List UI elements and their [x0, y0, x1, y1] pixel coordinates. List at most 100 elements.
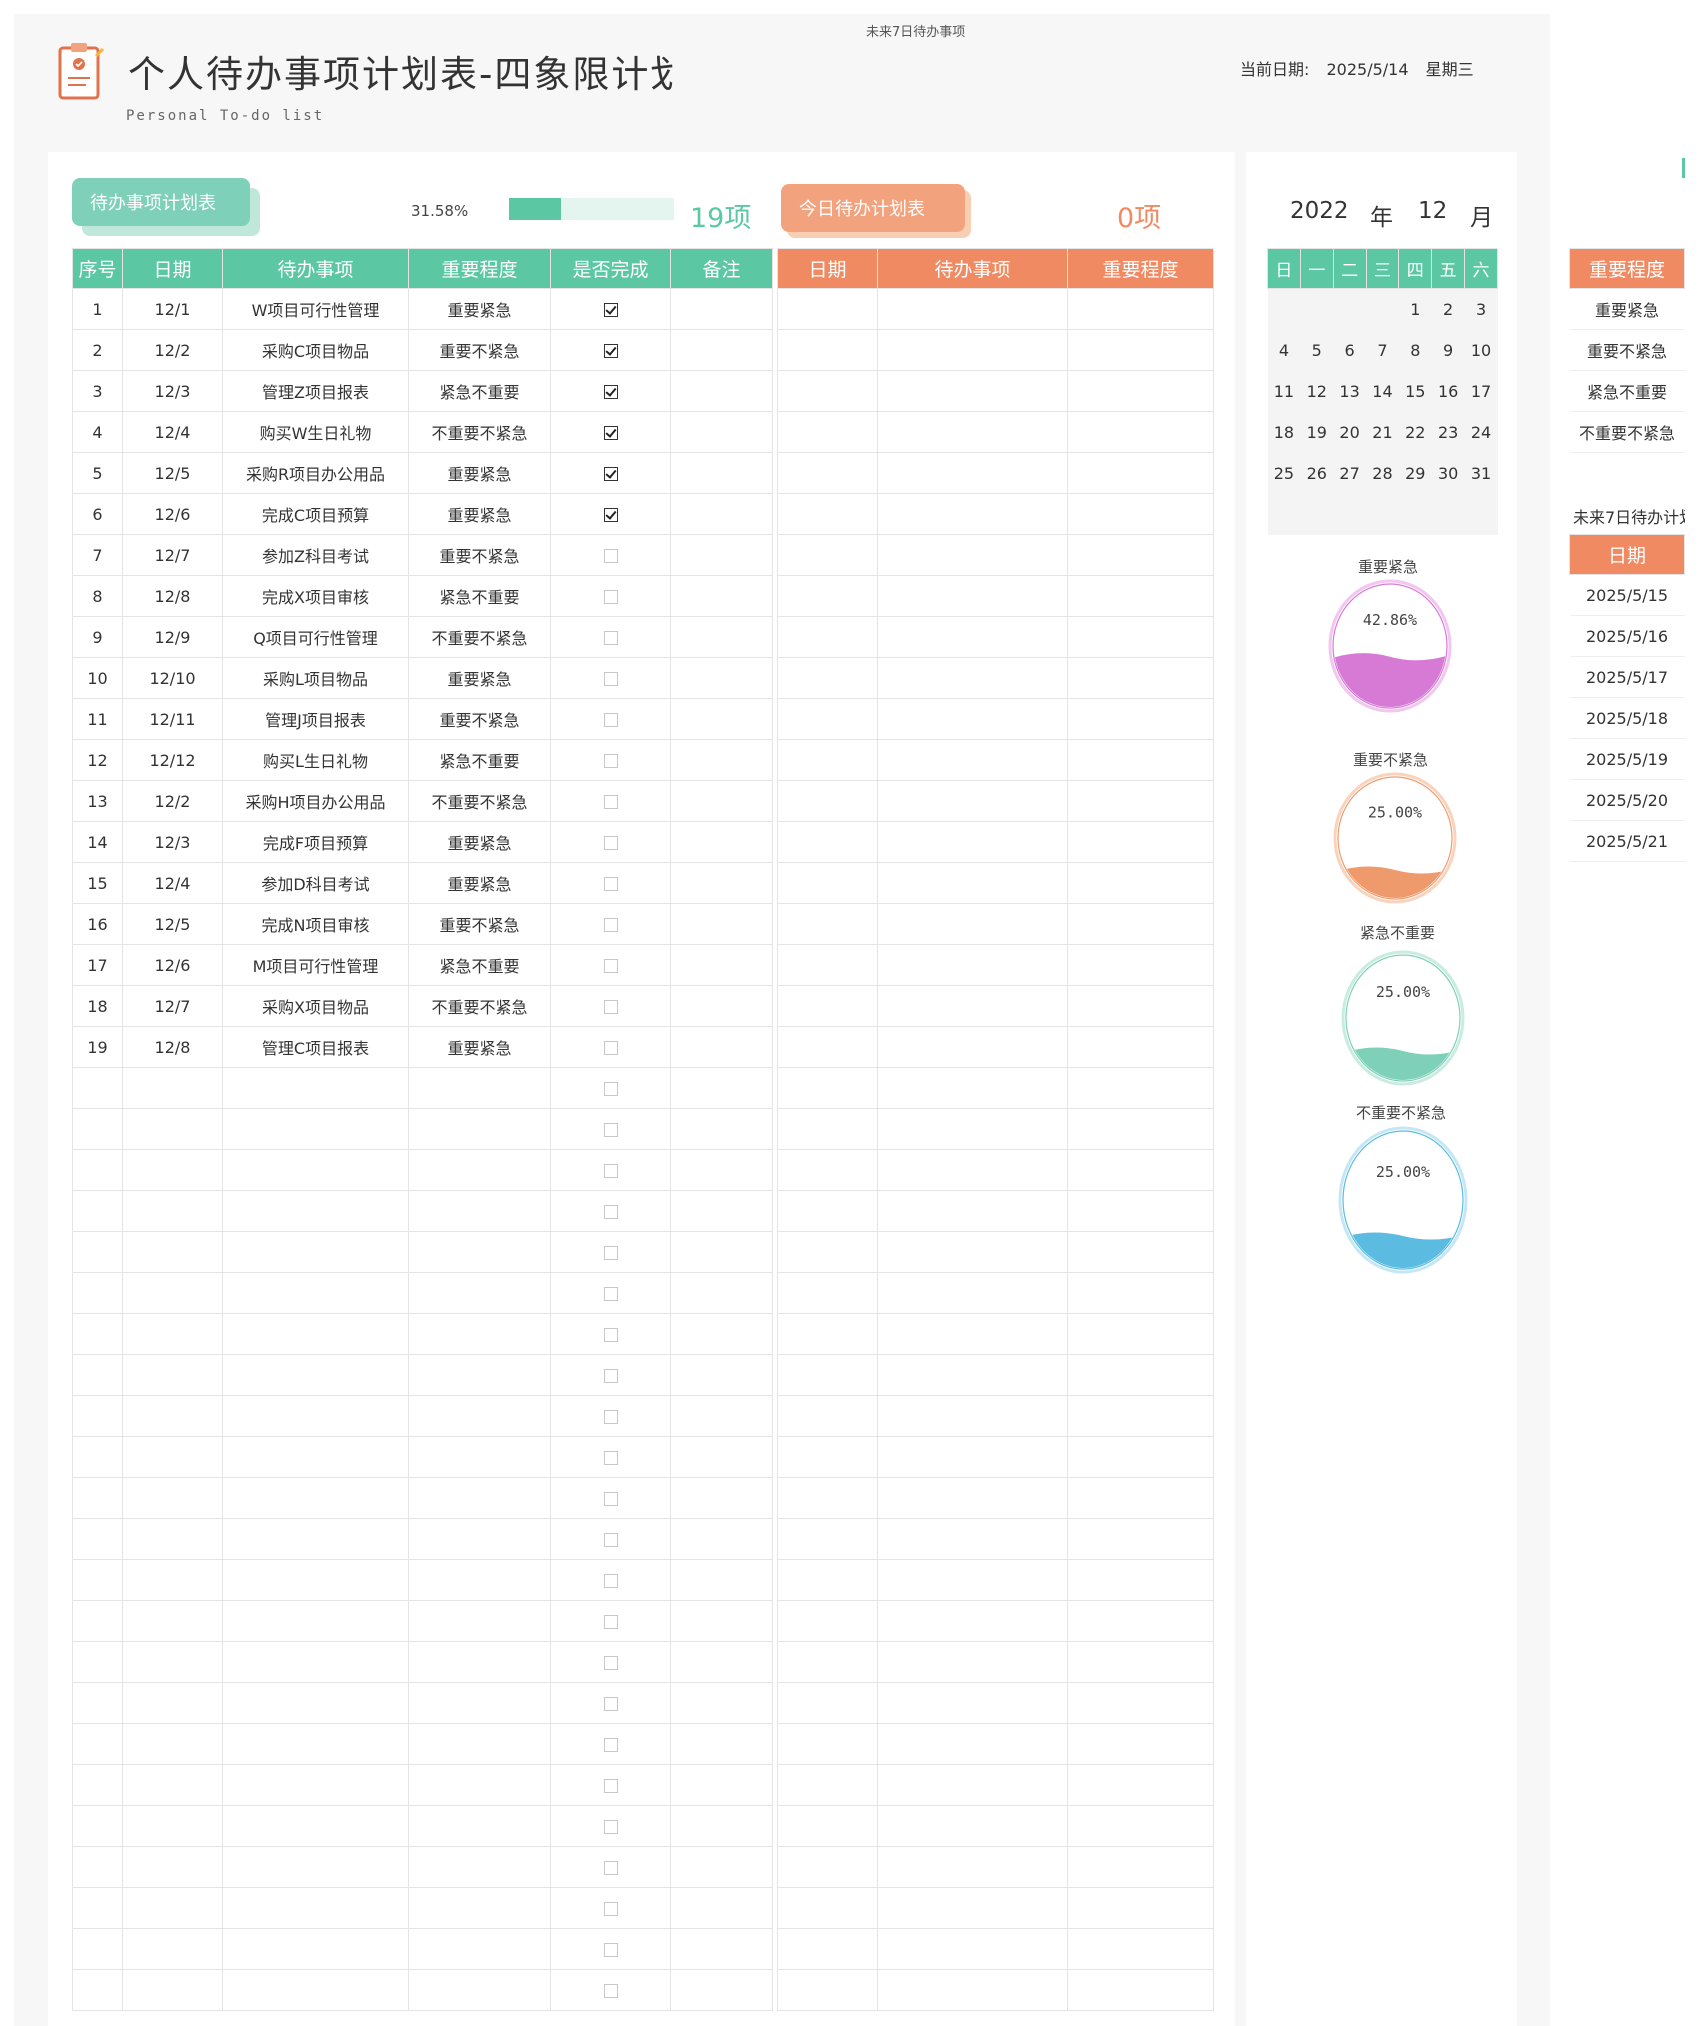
todo-empty-cell[interactable] [122, 1108, 223, 1150]
today-empty-cell[interactable] [777, 1600, 878, 1642]
todo-note[interactable] [670, 411, 773, 453]
today-empty-cell[interactable] [1067, 1723, 1214, 1765]
todo-empty-cell[interactable] [408, 1149, 551, 1191]
todo-note[interactable] [670, 739, 773, 781]
today-empty-cell[interactable] [877, 985, 1068, 1027]
today-empty-cell[interactable] [777, 575, 878, 617]
todo-note[interactable] [670, 985, 773, 1027]
today-empty-cell[interactable] [877, 1272, 1068, 1314]
done-checkbox[interactable] [603, 508, 618, 522]
today-empty-cell[interactable] [1067, 1231, 1214, 1273]
todo-empty-cell[interactable] [550, 1067, 671, 1109]
today-empty-cell[interactable] [1067, 575, 1214, 617]
today-empty-cell[interactable] [777, 1682, 878, 1724]
done-checkbox[interactable] [603, 590, 618, 604]
todo-empty-cell[interactable] [222, 1723, 409, 1765]
todo-empty-cell[interactable] [122, 1272, 223, 1314]
done-checkbox[interactable] [603, 1164, 618, 1178]
todo-empty-cell[interactable] [72, 1354, 123, 1396]
todo-empty-cell[interactable] [72, 1805, 123, 1847]
todo-empty-cell[interactable] [122, 1190, 223, 1232]
todo-empty-cell[interactable] [550, 1108, 671, 1150]
today-empty-cell[interactable] [777, 1805, 878, 1847]
todo-note[interactable] [670, 575, 773, 617]
done-checkbox[interactable] [603, 344, 618, 358]
todo-empty-cell[interactable] [670, 1190, 773, 1232]
today-empty-cell[interactable] [1067, 1313, 1214, 1355]
today-empty-cell[interactable] [1067, 1067, 1214, 1109]
todo-empty-cell[interactable] [122, 1559, 223, 1601]
todo-empty-cell[interactable] [670, 1641, 773, 1683]
todo-empty-cell[interactable] [550, 1190, 671, 1232]
today-empty-cell[interactable] [777, 862, 878, 904]
todo-empty-cell[interactable] [72, 1764, 123, 1806]
todo-empty-cell[interactable] [122, 1395, 223, 1437]
today-empty-cell[interactable] [877, 616, 1068, 658]
done-checkbox[interactable] [603, 1369, 618, 1383]
today-empty-cell[interactable] [777, 1559, 878, 1601]
todo-note[interactable] [670, 821, 773, 863]
today-empty-cell[interactable] [877, 1764, 1068, 1806]
todo-empty-cell[interactable] [122, 1682, 223, 1724]
todo-note[interactable] [670, 329, 773, 371]
today-empty-cell[interactable] [1067, 1477, 1214, 1519]
todo-empty-cell[interactable] [122, 1846, 223, 1888]
today-empty-cell[interactable] [877, 1723, 1068, 1765]
todo-empty-cell[interactable] [670, 1723, 773, 1765]
todo-empty-cell[interactable] [122, 1231, 223, 1273]
todo-empty-cell[interactable] [670, 1805, 773, 1847]
todo-empty-cell[interactable] [670, 1477, 773, 1519]
today-empty-cell[interactable] [877, 1313, 1068, 1355]
today-empty-cell[interactable] [777, 1026, 878, 1068]
calendar-day[interactable]: 30 [1431, 452, 1465, 494]
done-checkbox[interactable] [603, 713, 618, 727]
today-empty-cell[interactable] [1067, 657, 1214, 699]
today-empty-cell[interactable] [877, 329, 1068, 371]
todo-empty-cell[interactable] [122, 1969, 223, 2011]
calendar-day[interactable]: 20 [1333, 411, 1367, 453]
today-empty-cell[interactable] [877, 1600, 1068, 1642]
today-empty-cell[interactable] [1067, 1600, 1214, 1642]
todo-empty-cell[interactable] [222, 1108, 409, 1150]
calendar-day[interactable]: 6 [1333, 329, 1367, 371]
todo-empty-cell[interactable] [408, 1846, 551, 1888]
todo-empty-cell[interactable] [72, 1887, 123, 1929]
todo-empty-cell[interactable] [670, 1313, 773, 1355]
todo-note[interactable] [670, 657, 773, 699]
todo-empty-cell[interactable] [72, 1969, 123, 2011]
todo-empty-cell[interactable] [222, 1067, 409, 1109]
todo-empty-cell[interactable] [408, 1436, 551, 1478]
calendar-day[interactable]: 29 [1398, 452, 1432, 494]
today-empty-cell[interactable] [777, 1518, 878, 1560]
today-empty-cell[interactable] [777, 739, 878, 781]
today-empty-cell[interactable] [877, 1928, 1068, 1970]
todo-empty-cell[interactable] [122, 1518, 223, 1560]
done-checkbox[interactable] [603, 1902, 618, 1916]
todo-empty-cell[interactable] [72, 1313, 123, 1355]
today-empty-cell[interactable] [777, 1723, 878, 1765]
today-empty-cell[interactable] [777, 452, 878, 494]
today-empty-cell[interactable] [777, 1231, 878, 1273]
today-empty-cell[interactable] [777, 1477, 878, 1519]
todo-empty-cell[interactable] [550, 1313, 671, 1355]
todo-empty-cell[interactable] [408, 1969, 551, 2011]
done-checkbox[interactable] [603, 795, 618, 809]
today-empty-cell[interactable] [1067, 1190, 1214, 1232]
todo-empty-cell[interactable] [222, 1313, 409, 1355]
today-empty-cell[interactable] [1067, 1272, 1214, 1314]
today-empty-cell[interactable] [777, 1313, 878, 1355]
today-empty-cell[interactable] [877, 944, 1068, 986]
today-empty-cell[interactable] [877, 1969, 1068, 2011]
todo-empty-cell[interactable] [670, 1887, 773, 1929]
todo-empty-cell[interactable] [122, 1600, 223, 1642]
todo-empty-cell[interactable] [550, 1641, 671, 1683]
done-checkbox[interactable] [603, 1861, 618, 1875]
todo-empty-cell[interactable] [550, 1477, 671, 1519]
today-empty-cell[interactable] [877, 903, 1068, 945]
done-checkbox[interactable] [603, 836, 618, 850]
todo-empty-cell[interactable] [408, 1928, 551, 1970]
today-empty-cell[interactable] [1067, 534, 1214, 576]
calendar-day[interactable]: 8 [1398, 329, 1432, 371]
todo-empty-cell[interactable] [72, 1682, 123, 1724]
todo-empty-cell[interactable] [408, 1395, 551, 1437]
